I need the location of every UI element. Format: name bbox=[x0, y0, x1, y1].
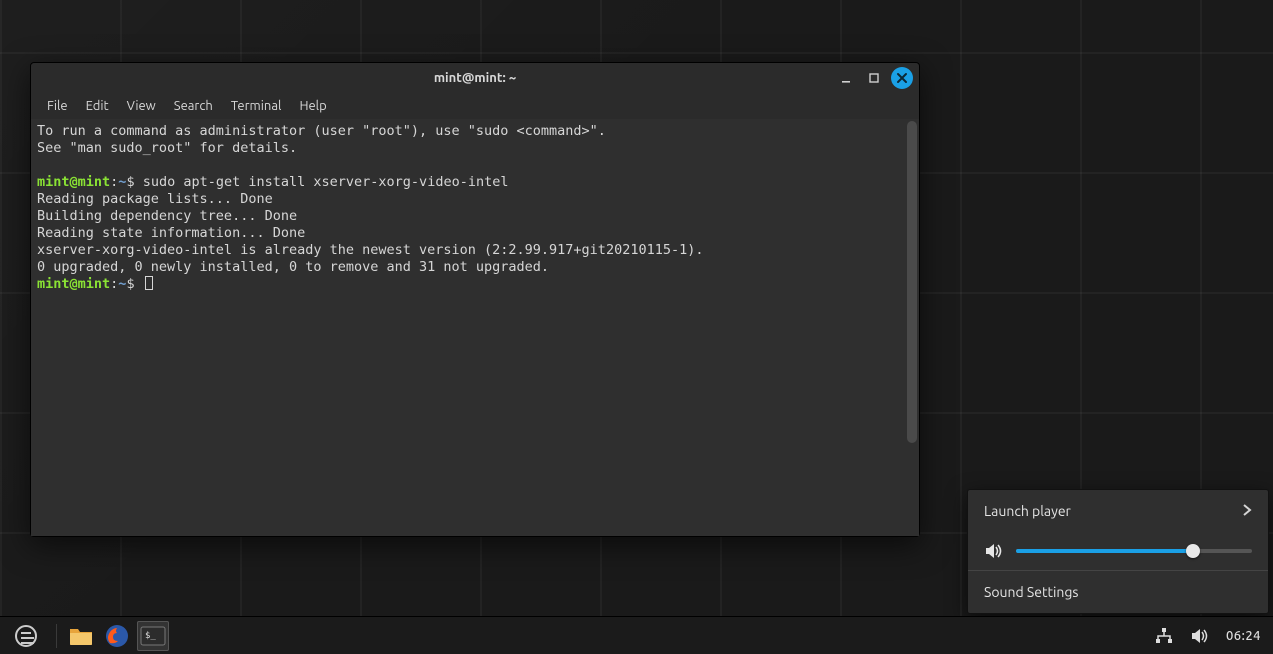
firefox-icon bbox=[104, 623, 130, 649]
window-close-button[interactable] bbox=[891, 67, 913, 89]
terminal-window: mint@mint: ~ File Edit View Search Termi… bbox=[30, 62, 920, 537]
window-minimize-button[interactable] bbox=[835, 67, 857, 89]
speaker-icon[interactable] bbox=[984, 542, 1004, 560]
volume-slider[interactable] bbox=[1016, 542, 1252, 560]
volume-popup: Launch player Sound Settings bbox=[967, 489, 1269, 614]
svg-text:$_: $_ bbox=[145, 631, 156, 641]
terminal-icon: $_ bbox=[140, 625, 166, 647]
cursor-icon bbox=[145, 276, 153, 290]
window-controls bbox=[835, 67, 913, 89]
taskbar: $_ 06:24 bbox=[0, 616, 1273, 654]
sound-settings-label: Sound Settings bbox=[984, 584, 1079, 600]
menu-file[interactable]: File bbox=[39, 96, 76, 116]
window-maximize-button[interactable] bbox=[863, 67, 885, 89]
terminal-taskbar-button[interactable]: $_ bbox=[137, 621, 169, 651]
scrollbar-thumb[interactable] bbox=[907, 121, 917, 443]
menu-search[interactable]: Search bbox=[166, 96, 221, 116]
start-menu-button[interactable] bbox=[4, 621, 48, 651]
sound-settings-item[interactable]: Sound Settings bbox=[968, 571, 1268, 613]
file-manager-launcher[interactable] bbox=[65, 621, 97, 651]
window-title: mint@mint: ~ bbox=[434, 71, 516, 85]
volume-row bbox=[968, 532, 1268, 564]
menu-help[interactable]: Help bbox=[291, 96, 334, 116]
volume-tray-icon[interactable] bbox=[1184, 621, 1216, 651]
chevron-right-icon bbox=[1242, 503, 1252, 519]
firefox-launcher[interactable] bbox=[101, 621, 133, 651]
launch-player-label: Launch player bbox=[984, 503, 1071, 519]
network-tray-icon[interactable] bbox=[1148, 621, 1180, 651]
network-icon bbox=[1154, 627, 1174, 645]
menu-edit[interactable]: Edit bbox=[78, 96, 117, 116]
taskbar-clock[interactable]: 06:24 bbox=[1220, 629, 1267, 643]
volume-slider-thumb[interactable] bbox=[1186, 544, 1200, 558]
speaker-tray-icon bbox=[1190, 627, 1210, 645]
scrollbar[interactable] bbox=[907, 121, 917, 534]
launch-player-item[interactable]: Launch player bbox=[968, 490, 1268, 532]
taskbar-separator bbox=[56, 624, 57, 648]
menu-terminal[interactable]: Terminal bbox=[223, 96, 290, 116]
window-titlebar[interactable]: mint@mint: ~ bbox=[31, 63, 919, 93]
folder-icon bbox=[68, 625, 94, 647]
mint-menu-icon bbox=[15, 625, 37, 647]
terminal-output[interactable]: To run a command as administrator (user … bbox=[31, 119, 919, 297]
menubar: File Edit View Search Terminal Help bbox=[31, 93, 919, 119]
terminal-viewport[interactable]: To run a command as administrator (user … bbox=[31, 119, 919, 536]
menu-view[interactable]: View bbox=[119, 96, 164, 116]
